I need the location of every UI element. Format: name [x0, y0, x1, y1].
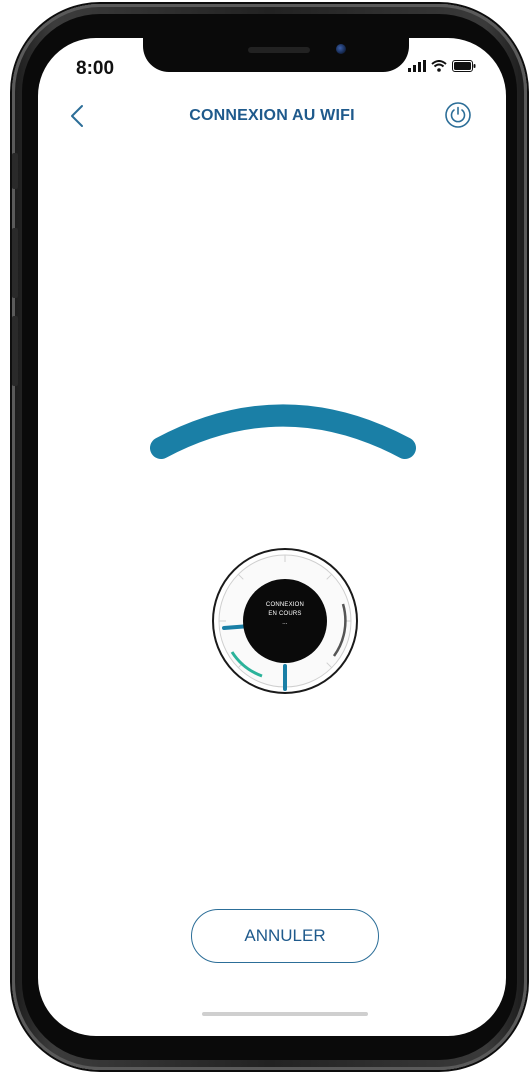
front-camera [336, 44, 346, 54]
page-title: CONNEXION AU WIFI [189, 107, 355, 124]
cancel-button[interactable]: ANNULER [191, 909, 379, 963]
wifi-arc-icon [150, 404, 416, 459]
status-line-2: EN COURS [268, 611, 302, 617]
speaker-grille [248, 47, 310, 53]
app-screen: 8:00 CONNEXION AU WIFI CONNEXION EN COUR… [38, 38, 506, 1036]
status-time: 8:00 [76, 58, 115, 79]
power-icon [445, 102, 471, 128]
battery-icon [452, 60, 476, 72]
wifi-icon [431, 60, 447, 72]
status-icons [408, 60, 476, 72]
mute-switch [12, 153, 18, 189]
signal-bars-icon [408, 60, 426, 72]
notch [143, 38, 409, 72]
volume-up-button [12, 228, 18, 298]
power-button[interactable] [444, 101, 472, 129]
connection-status: CONNEXION EN COURS ... [260, 601, 310, 628]
home-indicator[interactable] [202, 1012, 368, 1016]
volume-down-button [12, 316, 18, 386]
status-line-1: CONNEXION [265, 602, 305, 608]
status-dots: ... [282, 620, 288, 626]
